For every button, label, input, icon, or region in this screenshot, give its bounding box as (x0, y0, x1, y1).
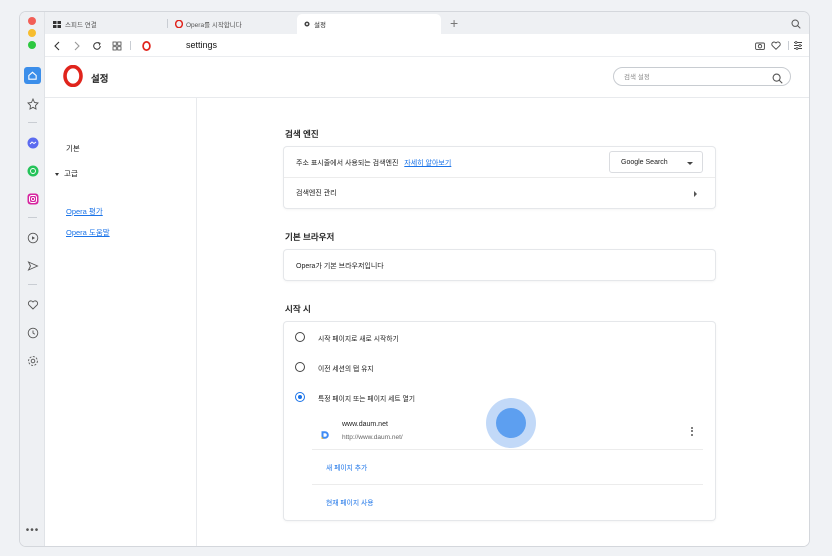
grid-icon (112, 41, 121, 50)
touch-indicator (486, 398, 536, 448)
settings-search-input[interactable] (624, 71, 764, 83)
startup-page-title: www.daum.net (342, 421, 388, 428)
grid-icon (53, 20, 61, 28)
address-divider (788, 41, 789, 50)
radio-continue-session-label[interactable]: 이전 세션의 탭 유지 (318, 363, 374, 373)
address-divider (130, 41, 131, 50)
search-engine-section-title: 검색 엔진 (285, 129, 319, 139)
tab-strip: 스피드 연결 Opera를 시작합니다 설정 + (45, 12, 809, 34)
sidebar-divider (28, 217, 37, 218)
caret-down-icon (687, 162, 693, 165)
opera-help-link[interactable]: Opera 도움말 (66, 227, 110, 238)
tab-divider (167, 19, 168, 28)
forward-button[interactable] (69, 38, 84, 53)
easy-setup-icon[interactable] (790, 38, 805, 53)
radio-start-page-label[interactable]: 시작 페이지로 새로 시작하기 (318, 333, 399, 343)
search-engine-card: 주소 표시줄에서 사용되는 검색엔진 자세히 알아보기 Google Searc… (284, 147, 715, 208)
chevron-right-icon (74, 41, 80, 50)
row-divider (312, 449, 703, 450)
home-icon[interactable] (24, 67, 41, 84)
tab-label: 설정 (314, 22, 326, 29)
tab-search-icon[interactable] (791, 16, 801, 34)
settings-header: 설정 (45, 57, 809, 98)
reload-button[interactable] (89, 38, 104, 53)
opera-site-icon (139, 38, 154, 53)
startup-page-url: http://www.daum.net/ (342, 434, 403, 441)
camera-icon[interactable] (752, 38, 767, 53)
search-icon[interactable] (772, 71, 783, 89)
search-engine-select-value: Google Search (621, 159, 668, 166)
reload-icon (92, 41, 101, 50)
search-engine-select[interactable]: Google Search (609, 151, 703, 173)
address-bar: settings (45, 34, 809, 57)
chevron-right-icon[interactable] (694, 191, 697, 197)
opera-logo-icon (63, 64, 83, 92)
address-bar-engine-label: 주소 표시줄에서 사용되는 검색엔진 (296, 160, 399, 167)
menu-item-advanced-label: 고급 (64, 169, 78, 178)
send-icon[interactable] (24, 257, 41, 274)
sidebar-divider (28, 284, 37, 285)
radio-start-page[interactable] (295, 332, 305, 342)
menu-item-basic[interactable]: 기본 (66, 143, 80, 154)
close-window-button[interactable] (28, 17, 36, 25)
add-new-page-link[interactable]: 새 페이지 추가 (326, 462, 367, 472)
use-current-pages-link[interactable]: 현재 페이지 사용 (326, 497, 374, 507)
more-options-icon[interactable] (691, 427, 693, 437)
address-bar-engine-row: 주소 표시줄에서 사용되는 검색엔진 자세히 알아보기 (296, 158, 451, 168)
maximize-window-button[interactable] (28, 41, 36, 49)
tab-settings[interactable]: 설정 (297, 14, 441, 34)
tab-opera-welcome[interactable]: Opera를 시작합니다 (169, 14, 293, 34)
radio-open-specific-pages[interactable] (295, 392, 305, 402)
tab-speed-dial[interactable]: 스피드 연결 (47, 14, 167, 34)
daum-favicon-icon (320, 427, 330, 445)
page-title: 설정 (91, 74, 109, 85)
new-tab-button[interactable]: + (450, 15, 458, 31)
row-divider (312, 484, 703, 485)
caret-down-icon (55, 172, 59, 176)
tab-snapshot-button[interactable] (109, 38, 124, 53)
default-browser-section-title: 기본 브라우저 (285, 232, 335, 242)
on-startup-section-title: 시작 시 (285, 304, 311, 314)
messenger-icon[interactable] (24, 134, 41, 151)
menu-item-advanced[interactable]: 고급 (55, 168, 78, 179)
chevron-left-icon (53, 41, 59, 50)
heart-icon[interactable] (24, 296, 41, 313)
default-browser-status: Opera가 기본 브라우저입니다 (296, 263, 384, 270)
history-icon[interactable] (24, 324, 41, 341)
tab-label: 스피드 연결 (65, 22, 97, 29)
gear-icon (304, 21, 310, 27)
default-browser-card: Opera가 기본 브라우저입니다 (284, 250, 715, 280)
minimize-window-button[interactable] (28, 29, 36, 37)
star-icon[interactable] (24, 95, 41, 112)
rate-opera-link[interactable]: Opera 평가 (66, 206, 103, 217)
settings-content: 검색 엔진 주소 표시줄에서 사용되는 검색엔진 자세히 알아보기 Google… (197, 98, 809, 546)
radio-continue-session[interactable] (295, 362, 305, 372)
settings-icon[interactable] (24, 352, 41, 369)
learn-more-link[interactable]: 자세히 알아보기 (404, 160, 451, 167)
manage-search-engines-row[interactable]: 검색엔진 관리 (296, 188, 337, 198)
heart-icon[interactable] (768, 38, 783, 53)
url-text[interactable]: settings (186, 40, 217, 50)
settings-search-box[interactable] (613, 67, 791, 86)
opera-logo-icon (175, 20, 183, 28)
sidebar-divider (28, 122, 37, 123)
player-icon[interactable] (24, 229, 41, 246)
back-button[interactable] (49, 38, 64, 53)
instagram-icon[interactable] (24, 190, 41, 207)
tab-label: Opera를 시작합니다 (186, 22, 242, 29)
browser-window: ••• 스피드 연결 Opera를 시작합니다 설정 + settings 설정… (20, 12, 809, 546)
whatsapp-icon[interactable] (24, 162, 41, 179)
more-icon[interactable]: ••• (24, 525, 41, 536)
settings-menu: 기본 고급 Opera 평가 Opera 도움말 (45, 98, 197, 546)
row-divider (284, 177, 715, 178)
opera-sidebar: ••• (20, 12, 45, 546)
radio-open-specific-pages-label[interactable]: 특정 페이지 또는 페이지 세트 열기 (318, 393, 415, 403)
